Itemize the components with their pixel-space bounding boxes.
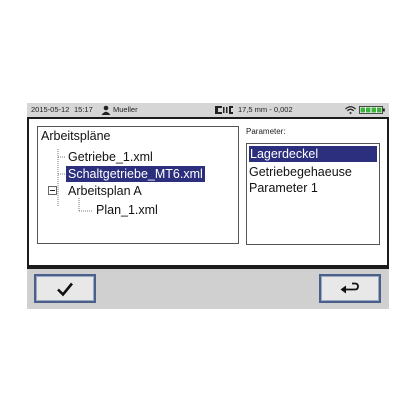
parameter-list[interactable]: Lagerdeckel Getriebegehaeuse Parameter 1 [246, 143, 380, 245]
plan-tree[interactable]: Arbeitspläne Getriebe_1.xml Schaltgetrie… [37, 126, 239, 244]
tree-item-arbeitsplan-a[interactable]: Arbeitsplan A [68, 183, 142, 199]
status-time: 15:17 [74, 105, 93, 114]
device-screen: 2015-05-12 15:17 Mueller 17,5 mm - 0,002 [27, 103, 389, 309]
parameter-item-lagerdeckel[interactable]: Lagerdeckel [249, 146, 377, 162]
tool-icon [215, 106, 233, 114]
collapse-icon[interactable] [48, 186, 58, 196]
tree-item-getriebe[interactable]: Getriebe_1.xml [68, 149, 153, 165]
parameter-item-getriebegehaeuse[interactable]: Getriebegehaeuse [247, 164, 379, 180]
status-user: Mueller [113, 105, 138, 114]
back-button[interactable] [319, 274, 381, 303]
parameter-item-parameter-1[interactable]: Parameter 1 [247, 180, 379, 196]
battery-icon [359, 106, 385, 114]
main-panel: Arbeitspläne Getriebe_1.xml Schaltgetrie… [29, 119, 387, 265]
parameters-label: Parameter: [246, 127, 286, 136]
return-arrow-icon [340, 282, 359, 293]
bottom-bar [27, 269, 389, 309]
status-date: 2015-05-12 [31, 105, 70, 114]
user-icon [101, 105, 111, 115]
confirm-button[interactable] [34, 274, 96, 303]
status-measurement: 17,5 mm - 0,002 [238, 105, 293, 114]
wifi-icon [345, 106, 356, 114]
tree-item-plan-1[interactable]: Plan_1.xml [96, 202, 158, 218]
tree-root[interactable]: Arbeitspläne [41, 128, 111, 144]
tree-item-schaltgetriebe[interactable]: Schaltgetriebe_MT6.xml [66, 166, 205, 182]
check-icon [57, 282, 74, 296]
status-bar: 2015-05-12 15:17 Mueller 17,5 mm - 0,002 [27, 103, 389, 117]
